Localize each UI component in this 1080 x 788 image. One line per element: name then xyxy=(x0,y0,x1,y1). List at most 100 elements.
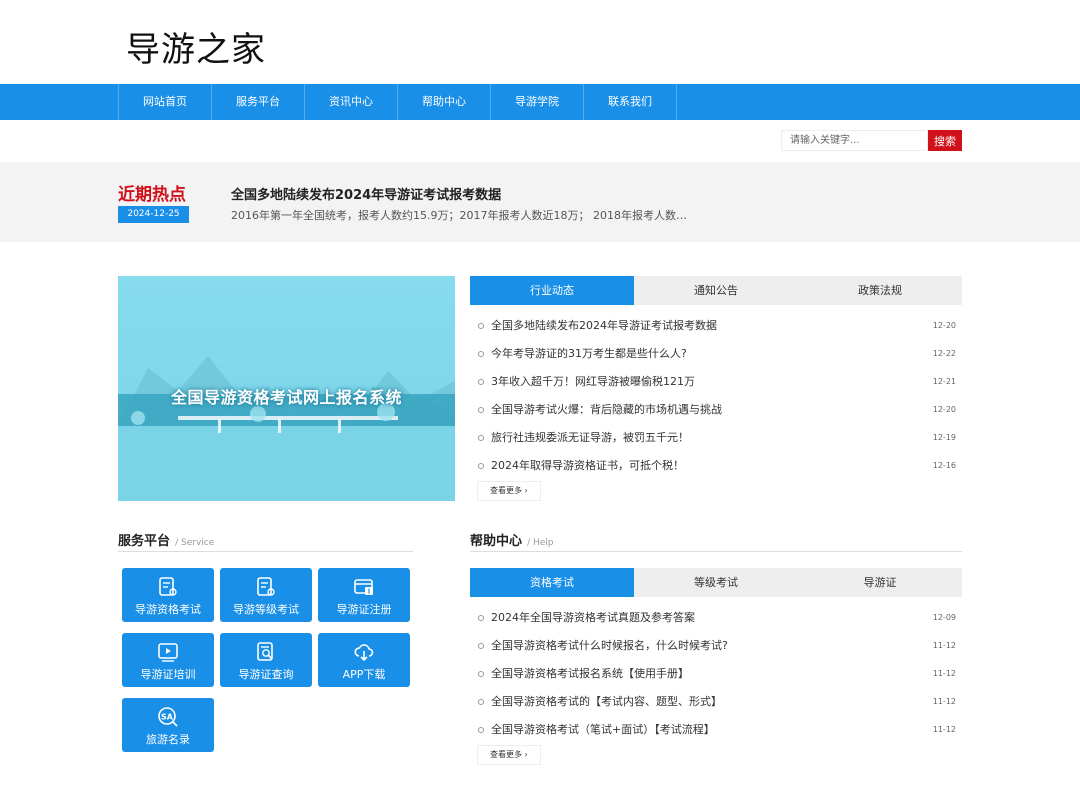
news-item-title[interactable]: 3年收入超千万！网红导游被曝偷税121万 xyxy=(491,368,695,396)
search-button[interactable]: 搜索 xyxy=(928,130,962,151)
license-register-button[interactable]: 导游证注册 xyxy=(318,568,410,622)
nav-item-academy[interactable]: 导游学院 xyxy=(491,84,584,120)
help-item-date: 11-12 xyxy=(932,669,956,678)
tab-industry-news[interactable]: 行业动态 xyxy=(470,276,634,305)
news-list: 全国多地陆续发布2024年导游证考试报考数据 12-20 今年考导游证的31万考生… xyxy=(470,312,962,480)
hot-topics-date-badge: 2024-12-25 xyxy=(118,206,189,223)
exam-qualification-button[interactable]: 导游资格考试 xyxy=(122,568,214,622)
bullet-icon xyxy=(478,435,484,441)
hot-topics-summary: 2016年第一年全国统考，报考人数约15.9万；2017年报考人数近18万； 2… xyxy=(231,209,687,222)
help-tabs: 资格考试 等级考试 导游证 xyxy=(470,568,962,597)
news-tabs: 行业动态 通知公告 政策法规 xyxy=(470,276,962,305)
tab-guide-license[interactable]: 导游证 xyxy=(798,568,962,597)
list-item[interactable]: 全国导游资格考试报名系统【使用手册】 11-12 xyxy=(470,660,962,688)
help-item-date: 11-12 xyxy=(932,725,956,734)
help-item-title[interactable]: 全国导游资格考试什么时候报名，什么时候考试? xyxy=(491,632,728,660)
site-logo[interactable]: 导游之家 xyxy=(126,22,266,71)
service-button-label: 导游证查询 xyxy=(238,668,294,681)
banner-title: 全国导游资格考试网上报名系统 xyxy=(170,388,402,407)
nav-item-contact[interactable]: 联系我们 xyxy=(584,84,677,120)
exam-registration-banner[interactable]: 全国导游资格考试网上报名系统 xyxy=(118,276,455,501)
license-query-button[interactable]: 导游证查询 xyxy=(220,633,312,687)
bullet-icon xyxy=(478,323,484,329)
hot-topics-bar: 近期热点 2024-12-25 全国多地陆续发布2024年导游证考试报考数据 2… xyxy=(0,162,1080,242)
news-more-button[interactable]: 查看更多 › xyxy=(477,481,541,501)
bullet-icon xyxy=(478,379,484,385)
help-item-title[interactable]: 全国导游资格考试的【考试内容、题型、形式】 xyxy=(491,688,722,716)
document-icon xyxy=(159,577,177,596)
service-button-label: 导游资格考试 xyxy=(135,603,201,616)
tab-notices[interactable]: 通知公告 xyxy=(634,276,798,305)
tab-level-exam[interactable]: 等级考试 xyxy=(634,568,798,597)
news-item-date: 12-21 xyxy=(932,377,956,386)
list-item[interactable]: 全国导游资格考试什么时候报名，什么时候考试? 11-12 xyxy=(470,632,962,660)
news-item-title[interactable]: 全国导游考试火爆：背后隐藏的市场机遇与挑战 xyxy=(491,396,722,424)
news-item-date: 12-20 xyxy=(932,405,956,414)
help-item-date: 12-09 xyxy=(932,613,956,622)
service-button-label: 导游等级考试 xyxy=(233,603,299,616)
service-button-label: 导游证培训 xyxy=(140,668,196,681)
license-training-button[interactable]: 导游证培训 xyxy=(122,633,214,687)
bullet-icon xyxy=(478,699,484,705)
site-header: 导游之家 xyxy=(0,0,1080,84)
app-download-button[interactable]: APP下载 xyxy=(318,633,410,687)
nav-item-home[interactable]: 网站首页 xyxy=(119,84,212,120)
bullet-icon xyxy=(478,615,484,621)
card-register-icon xyxy=(354,579,373,595)
hot-topics-headline[interactable]: 全国多地陆续发布2024年导游证考试报考数据 xyxy=(231,184,501,203)
exam-level-button[interactable]: 导游等级考试 xyxy=(220,568,312,622)
main-nav: 网站首页 服务平台 资讯中心 帮助中心 导游学院 联系我们 xyxy=(0,84,1080,120)
travel-directory-button[interactable]: SA 旅游名录 xyxy=(122,698,214,752)
bullet-icon xyxy=(478,407,484,413)
search-document-icon xyxy=(257,642,273,661)
list-item[interactable]: 全国导游资格考试（笔试+面试）【考试流程】 11-12 xyxy=(470,716,962,744)
list-item[interactable]: 全国导游资格考试的【考试内容、题型、形式】 11-12 xyxy=(470,688,962,716)
service-button-label: 旅游名录 xyxy=(146,733,190,746)
help-list: 2024年全国导游资格考试真题及参考答案 12-09 全国导游资格考试什么时候报名… xyxy=(470,604,962,744)
tab-policies[interactable]: 政策法规 xyxy=(798,276,962,305)
help-section-title: 帮助中心 xyxy=(470,534,523,549)
list-item[interactable]: 3年收入超千万！网红导游被曝偷税121万 12-21 xyxy=(470,368,962,396)
list-item[interactable]: 2024年全国导游资格考试真题及参考答案 12-09 xyxy=(470,604,962,632)
service-button-label: 导游证注册 xyxy=(336,603,392,616)
service-section-title: 服务平台 xyxy=(118,534,171,549)
tab-qualification-exam[interactable]: 资格考试 xyxy=(470,568,634,597)
bullet-icon xyxy=(478,351,484,357)
help-more-button[interactable]: 查看更多 › xyxy=(477,745,541,765)
nav-item-news[interactable]: 资讯中心 xyxy=(305,84,398,120)
bullet-icon xyxy=(478,643,484,649)
nav-item-help[interactable]: 帮助中心 xyxy=(398,84,491,120)
hot-topics-title: 近期热点 xyxy=(118,185,186,205)
help-item-date: 11-12 xyxy=(932,641,956,650)
video-play-icon xyxy=(158,643,178,662)
help-section-subtitle: / Help xyxy=(527,538,554,548)
news-item-title[interactable]: 旅行社违规委派无证导游，被罚五千元！ xyxy=(491,424,689,452)
news-item-title[interactable]: 全国多地陆续发布2024年导游证考试报考数据 xyxy=(491,312,717,340)
search-input[interactable] xyxy=(781,130,928,151)
service-section-header: 服务平台 / Service xyxy=(118,530,413,552)
news-item-title[interactable]: 2024年取得导游资格证书，可抵个税！ xyxy=(491,452,684,480)
service-section-subtitle: / Service xyxy=(175,538,215,548)
bullet-icon xyxy=(478,671,484,677)
bullet-icon xyxy=(478,727,484,733)
service-button-label: APP下载 xyxy=(342,668,386,681)
news-item-date: 12-16 xyxy=(932,461,956,470)
news-item-date: 12-19 xyxy=(932,433,956,442)
news-item-title[interactable]: 今年考导游证的31万考生都是些什么人? xyxy=(491,340,687,368)
news-item-date: 12-20 xyxy=(932,321,956,330)
help-item-title[interactable]: 全国导游资格考试报名系统【使用手册】 xyxy=(491,660,689,688)
help-section-header: 帮助中心 / Help xyxy=(470,530,962,552)
search-bar: 搜索 xyxy=(781,130,962,151)
list-item[interactable]: 旅行社违规委派无证导游，被罚五千元！ 12-19 xyxy=(470,424,962,452)
help-item-date: 11-12 xyxy=(932,697,956,706)
list-item[interactable]: 全国导游考试火爆：背后隐藏的市场机遇与挑战 12-20 xyxy=(470,396,962,424)
list-item[interactable]: 全国多地陆续发布2024年导游证考试报考数据 12-20 xyxy=(470,312,962,340)
list-item[interactable]: 今年考导游证的31万考生都是些什么人? 12-22 xyxy=(470,340,962,368)
cloud-download-icon xyxy=(354,644,374,662)
nav-item-service[interactable]: 服务平台 xyxy=(212,84,305,120)
list-item[interactable]: 2024年取得导游资格证书，可抵个税！ 12-16 xyxy=(470,452,962,480)
bullet-icon xyxy=(478,463,484,469)
sa-icon: SA xyxy=(158,707,178,727)
help-item-title[interactable]: 2024年全国导游资格考试真题及参考答案 xyxy=(491,604,695,632)
help-item-title[interactable]: 全国导游资格考试（笔试+面试）【考试流程】 xyxy=(491,716,715,744)
